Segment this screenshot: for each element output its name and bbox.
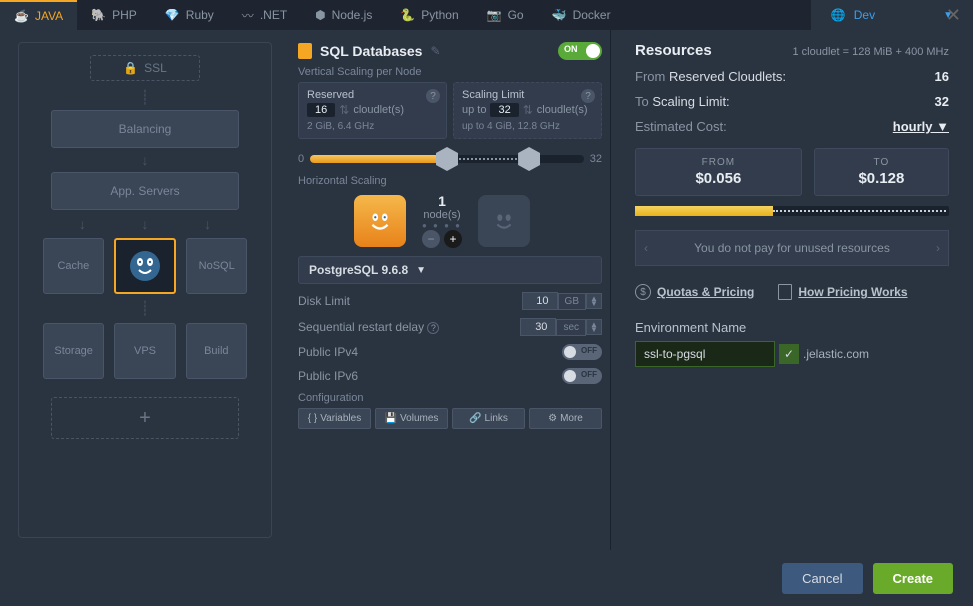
env-name-input[interactable] xyxy=(635,341,775,367)
cost-bar xyxy=(635,206,949,216)
restart-delay-label: Sequential restart delay ? xyxy=(298,320,520,334)
cloudlet-slider[interactable] xyxy=(310,155,584,163)
cache-node[interactable]: Cache xyxy=(43,238,104,294)
node-count: 1 xyxy=(420,193,464,209)
create-button[interactable]: Create xyxy=(873,563,953,594)
info-banner: ‹ You do not pay for unused resources › xyxy=(635,230,949,266)
nosql-node[interactable]: NoSQL xyxy=(186,238,247,294)
app-servers-node[interactable]: App. Servers xyxy=(51,172,239,210)
tab-docker[interactable]: 🐳 Docker xyxy=(538,0,625,30)
topology-panel: 🔒 SSL ┊ Balancing ↓ App. Servers ↓ ↓ ↓ Cac… xyxy=(18,42,272,538)
version-selector[interactable]: PostgreSQL 9.6.8 ▼ xyxy=(298,256,602,284)
disk-limit-label: Disk Limit xyxy=(298,294,522,308)
ipv6-label: Public IPv6 xyxy=(298,369,562,383)
from-cloudlets: 16 xyxy=(935,69,949,84)
links-button[interactable]: 🔗 Links xyxy=(452,408,525,429)
divider: ┊ xyxy=(41,89,249,106)
add-node-button[interactable]: + xyxy=(51,397,239,439)
dollar-icon: $ xyxy=(635,284,651,300)
help-icon[interactable]: ? xyxy=(426,89,440,103)
increase-nodes-button[interactable]: + xyxy=(444,230,462,248)
balancing-node[interactable]: Balancing xyxy=(51,110,239,148)
build-node[interactable]: Build xyxy=(186,323,247,379)
cloudlet-info: 1 cloudlet = 128 MiB + 400 MHz xyxy=(792,46,949,58)
next-icon[interactable]: › xyxy=(936,241,940,255)
tab-python[interactable]: 🐍 Python xyxy=(386,0,472,30)
close-icon[interactable]: ✕ xyxy=(946,5,961,26)
vps-node[interactable]: VPS xyxy=(114,323,175,379)
tab-nodejs[interactable]: ⬢ Node.js xyxy=(301,0,386,30)
section-title: SQL Databases xyxy=(320,43,422,59)
check-icon: ✓ xyxy=(779,344,799,364)
arrow-down-icon: ↓ xyxy=(79,216,86,232)
storage-node[interactable]: Storage xyxy=(43,323,104,379)
config-label: Configuration xyxy=(298,392,602,404)
postgresql-icon xyxy=(124,245,166,287)
edit-icon[interactable]: ✎ xyxy=(430,44,440,58)
language-tabs: ☕ JAVA 🐘 PHP 💎 Ruby 〰 .NET ⬢ Node.js 🐍 P… xyxy=(0,0,973,30)
more-button[interactable]: ⚙ More xyxy=(529,408,602,429)
price-to-box: TO $0.128 xyxy=(814,148,949,196)
limit-value[interactable]: 32 xyxy=(490,103,518,117)
node-icon-inactive[interactable] xyxy=(478,195,530,247)
slider-handle-reserved[interactable] xyxy=(436,147,458,171)
reserved-value[interactable]: 16 xyxy=(307,103,335,117)
decrease-nodes-button[interactable]: − xyxy=(422,230,440,248)
tab-go[interactable]: 📷 Go xyxy=(473,0,538,30)
tab-php[interactable]: 🐘 PHP xyxy=(77,0,151,30)
slider-max: 32 xyxy=(590,153,602,165)
sql-node-selected[interactable] xyxy=(114,238,177,294)
help-icon[interactable]: ? xyxy=(581,89,595,103)
volumes-button[interactable]: 💾 Volumes xyxy=(375,408,448,429)
quotas-link[interactable]: $Quotas & Pricing xyxy=(635,284,754,300)
to-cloudlets: 32 xyxy=(935,94,949,109)
ssl-button[interactable]: 🔒 SSL xyxy=(90,55,200,81)
resources-title: Resources xyxy=(635,42,712,59)
vscale-label: Vertical Scaling per Node xyxy=(298,66,602,78)
pricing-works-link[interactable]: How Pricing Works xyxy=(778,284,907,300)
hscale-label: Horizontal Scaling xyxy=(298,175,602,187)
ipv6-toggle[interactable]: OFF xyxy=(562,368,602,384)
database-icon xyxy=(298,43,312,59)
enable-toggle[interactable]: ON xyxy=(558,42,602,60)
reserved-box: ? Reserved 16⇅cloudlet(s) 2 GiB, 6.4 GHz xyxy=(298,82,447,139)
slider-min: 0 xyxy=(298,153,304,165)
limit-box: ? Scaling Limit up to32⇅cloudlet(s) up t… xyxy=(453,82,602,139)
divider: ┊ xyxy=(41,300,249,317)
arrow-down-icon: ↓ xyxy=(41,152,249,168)
stepper[interactable]: ▲▼ xyxy=(586,319,602,335)
variables-button[interactable]: { } Variables xyxy=(298,408,371,429)
ipv4-label: Public IPv4 xyxy=(298,345,562,359)
tab-net[interactable]: 〰 .NET xyxy=(228,0,301,30)
slider-handle-limit[interactable] xyxy=(518,147,540,171)
disk-limit-input[interactable]: 10 xyxy=(522,292,558,310)
restart-delay-input[interactable]: 30 xyxy=(520,318,556,336)
price-from-box: FROM $0.056 xyxy=(635,148,802,196)
arrow-down-icon: ↓ xyxy=(141,216,148,232)
arrow-down-icon: ↓ xyxy=(204,216,211,232)
prev-icon[interactable]: ‹ xyxy=(644,241,648,255)
domain-suffix: .jelastic.com xyxy=(803,347,869,361)
tab-ruby[interactable]: 💎 Ruby xyxy=(151,0,228,30)
period-selector[interactable]: hourly ▼ xyxy=(893,119,949,134)
document-icon xyxy=(778,284,792,300)
stepper[interactable]: ▲▼ xyxy=(586,293,602,309)
cancel-button[interactable]: Cancel xyxy=(782,563,862,594)
tab-java[interactable]: ☕ JAVA xyxy=(0,0,77,30)
env-name-label: Environment Name xyxy=(635,320,949,335)
node-icon-active[interactable] xyxy=(354,195,406,247)
ipv4-toggle[interactable]: OFF xyxy=(562,344,602,360)
